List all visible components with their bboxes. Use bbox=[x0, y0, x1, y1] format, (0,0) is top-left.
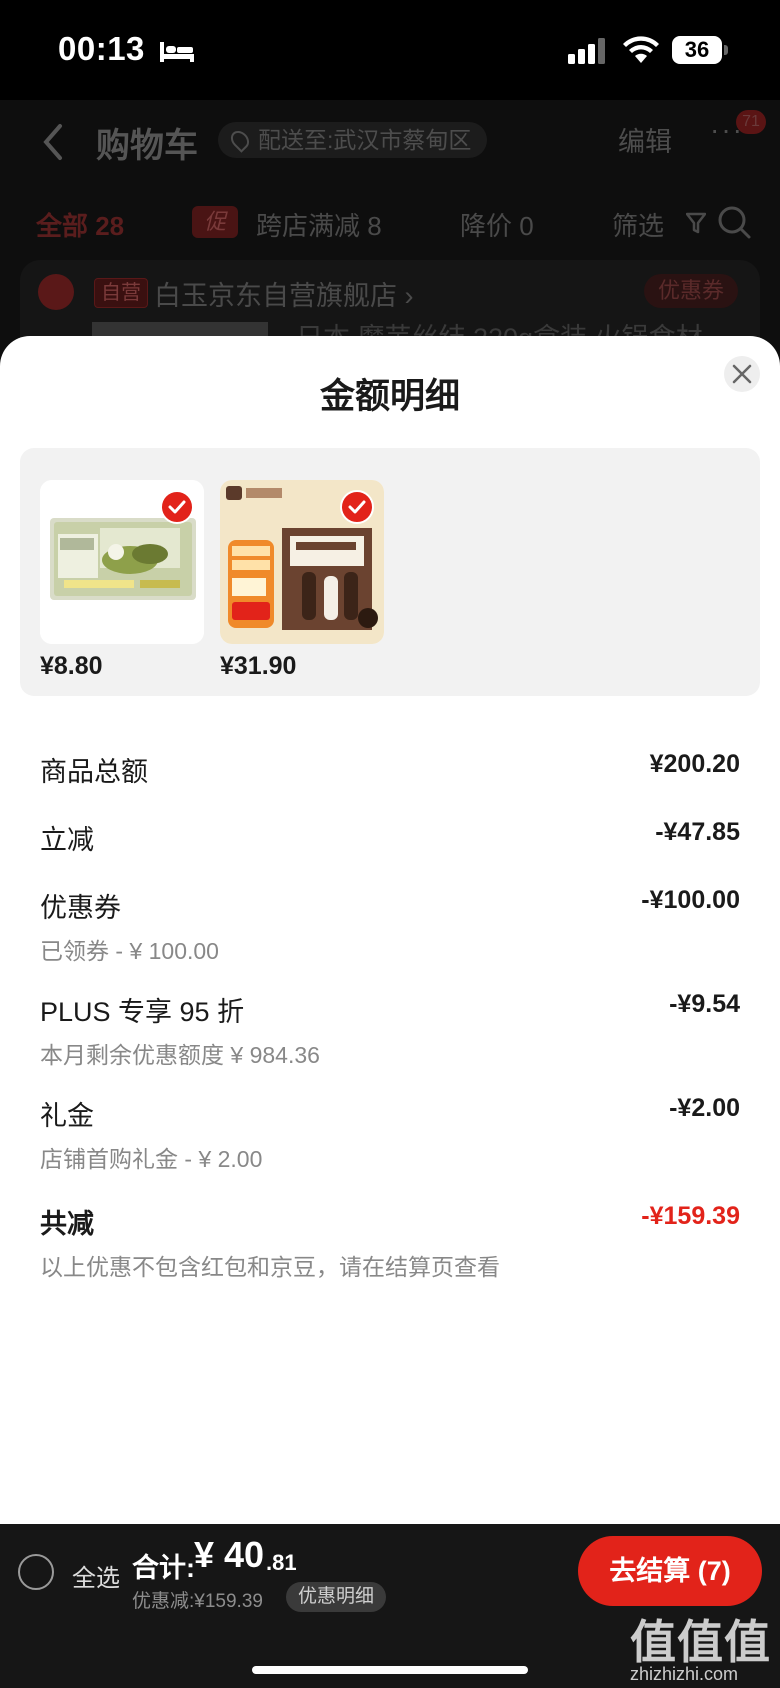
checkmark-icon bbox=[348, 500, 366, 514]
amount-detail-sheet: 金额明细 ¥8.80 ¥31.90 商品总额 ¥200.20 立减 -¥47.8… bbox=[0, 336, 780, 1524]
sheet-title: 金额明细 bbox=[319, 377, 460, 416]
detail-label: 立减 bbox=[40, 825, 94, 855]
detail-label: 礼金 bbox=[40, 1101, 94, 1131]
detail-row-instant-discount: 立减 -¥47.85 bbox=[40, 818, 740, 855]
selected-products-panel: ¥8.80 ¥31.90 bbox=[20, 448, 760, 696]
store-checkbox[interactable] bbox=[38, 274, 74, 310]
search-icon[interactable] bbox=[716, 204, 752, 240]
edit-button[interactable]: 编辑 bbox=[618, 120, 672, 159]
close-icon bbox=[732, 364, 752, 384]
detail-label: 商品总额 bbox=[40, 757, 148, 787]
wifi-icon bbox=[623, 36, 659, 63]
product-image-konjac bbox=[40, 480, 204, 644]
close-button[interactable] bbox=[724, 356, 760, 392]
detail-subtext: 已领券 - ¥ 100.00 bbox=[40, 938, 219, 964]
status-time: 00:13 bbox=[58, 30, 145, 67]
total-discount-value: -¥159.39 bbox=[641, 1202, 740, 1230]
total-amount-decimal: .81 bbox=[266, 1550, 297, 1575]
message-count-badge: 71 bbox=[736, 110, 766, 134]
total-amount: ¥ 40 bbox=[194, 1534, 265, 1575]
self-operated-tag: 自营 bbox=[94, 278, 148, 308]
back-icon[interactable] bbox=[40, 122, 64, 162]
select-all-checkbox[interactable] bbox=[18, 1554, 54, 1590]
checkmark-icon bbox=[168, 500, 186, 514]
filter-funnel-icon bbox=[686, 212, 706, 234]
detail-value: -¥2.00 bbox=[669, 1094, 740, 1122]
detail-value: -¥47.85 bbox=[655, 818, 740, 846]
product-item[interactable]: ¥8.80 bbox=[40, 480, 204, 681]
cellular-signal-icon bbox=[568, 38, 605, 64]
discount-detail-button[interactable]: 优惠明细 bbox=[286, 1582, 387, 1612]
select-all-label[interactable]: 全选 bbox=[72, 1558, 120, 1593]
filter-button[interactable]: 筛选 bbox=[612, 206, 664, 243]
checkout-button[interactable]: 去结算 (7) bbox=[578, 1536, 762, 1606]
detail-row-subtotal: 商品总额 ¥200.20 bbox=[40, 750, 740, 787]
store-coupon-button[interactable]: 优惠券 bbox=[644, 274, 739, 308]
location-pin-icon bbox=[227, 127, 253, 153]
watermark-logo: 值值值 bbox=[630, 1616, 771, 1668]
tab-all[interactable]: 全部 28 bbox=[36, 206, 124, 243]
detail-label: 优惠券 bbox=[40, 893, 121, 923]
detail-row-plus-discount: PLUS 专享 95 折 -¥9.54 本月剩余优惠额度 ¥ 984.36 bbox=[40, 990, 740, 1070]
home-indicator[interactable] bbox=[252, 1666, 528, 1674]
status-bar: 00:13 36 bbox=[0, 0, 780, 100]
page-title: 购物车 bbox=[96, 127, 198, 165]
detail-row-gift-cash: 礼金 -¥2.00 店铺首购礼金 - ¥ 2.00 bbox=[40, 1094, 740, 1174]
checkout-bar: 全选 合计: ¥ 40 .81 优惠减:¥159.39 优惠明细 去结算 (7)… bbox=[0, 1524, 780, 1688]
watermark-url: zhizhizhi.com bbox=[630, 1664, 739, 1684]
detail-value: -¥100.00 bbox=[641, 886, 740, 914]
promo-tag: 促 bbox=[192, 206, 238, 238]
product-image-ice-cream bbox=[220, 480, 384, 644]
detail-value: ¥200.20 bbox=[649, 750, 740, 778]
detail-subtext: 以上优惠不包含红包和京豆，请在结算页查看 bbox=[40, 1254, 500, 1280]
product-item[interactable]: ¥31.90 bbox=[220, 480, 384, 681]
detail-row-coupon: 优惠券 -¥100.00 已领券 - ¥ 100.00 bbox=[40, 886, 740, 966]
product-price: ¥8.80 bbox=[40, 652, 103, 680]
battery-tip bbox=[724, 45, 728, 55]
product-price: ¥31.90 bbox=[220, 652, 297, 680]
tab-price-drop[interactable]: 降价 0 bbox=[460, 206, 534, 243]
detail-value: -¥9.54 bbox=[669, 990, 740, 1018]
detail-row-total-discount: 共减 -¥159.39 以上优惠不包含红包和京豆，请在结算页查看 bbox=[40, 1202, 740, 1282]
store-name[interactable]: 白玉京东自营旗舰店 › bbox=[154, 274, 414, 313]
detail-subtext: 店铺首购礼金 - ¥ 2.00 bbox=[40, 1146, 263, 1172]
delivery-address-text: 配送至:武汉市蔡甸区 bbox=[258, 127, 472, 153]
battery-indicator: 36 bbox=[672, 36, 722, 64]
product-checkbox-checked[interactable] bbox=[340, 490, 374, 524]
tab-cross-store-discount[interactable]: 跨店满减 8 bbox=[256, 206, 382, 243]
sleep-focus-icon bbox=[160, 42, 194, 62]
saved-amount: 优惠减:¥159.39 bbox=[132, 1591, 263, 1612]
detail-subtext: 本月剩余优惠额度 ¥ 984.36 bbox=[40, 1042, 320, 1068]
product-checkbox-checked[interactable] bbox=[160, 490, 194, 524]
delivery-address[interactable]: 配送至:武汉市蔡甸区 bbox=[218, 122, 488, 158]
detail-label: PLUS 专享 95 折 bbox=[40, 997, 245, 1027]
detail-label: 共减 bbox=[40, 1209, 94, 1239]
total-label: 合计: bbox=[132, 1553, 195, 1583]
